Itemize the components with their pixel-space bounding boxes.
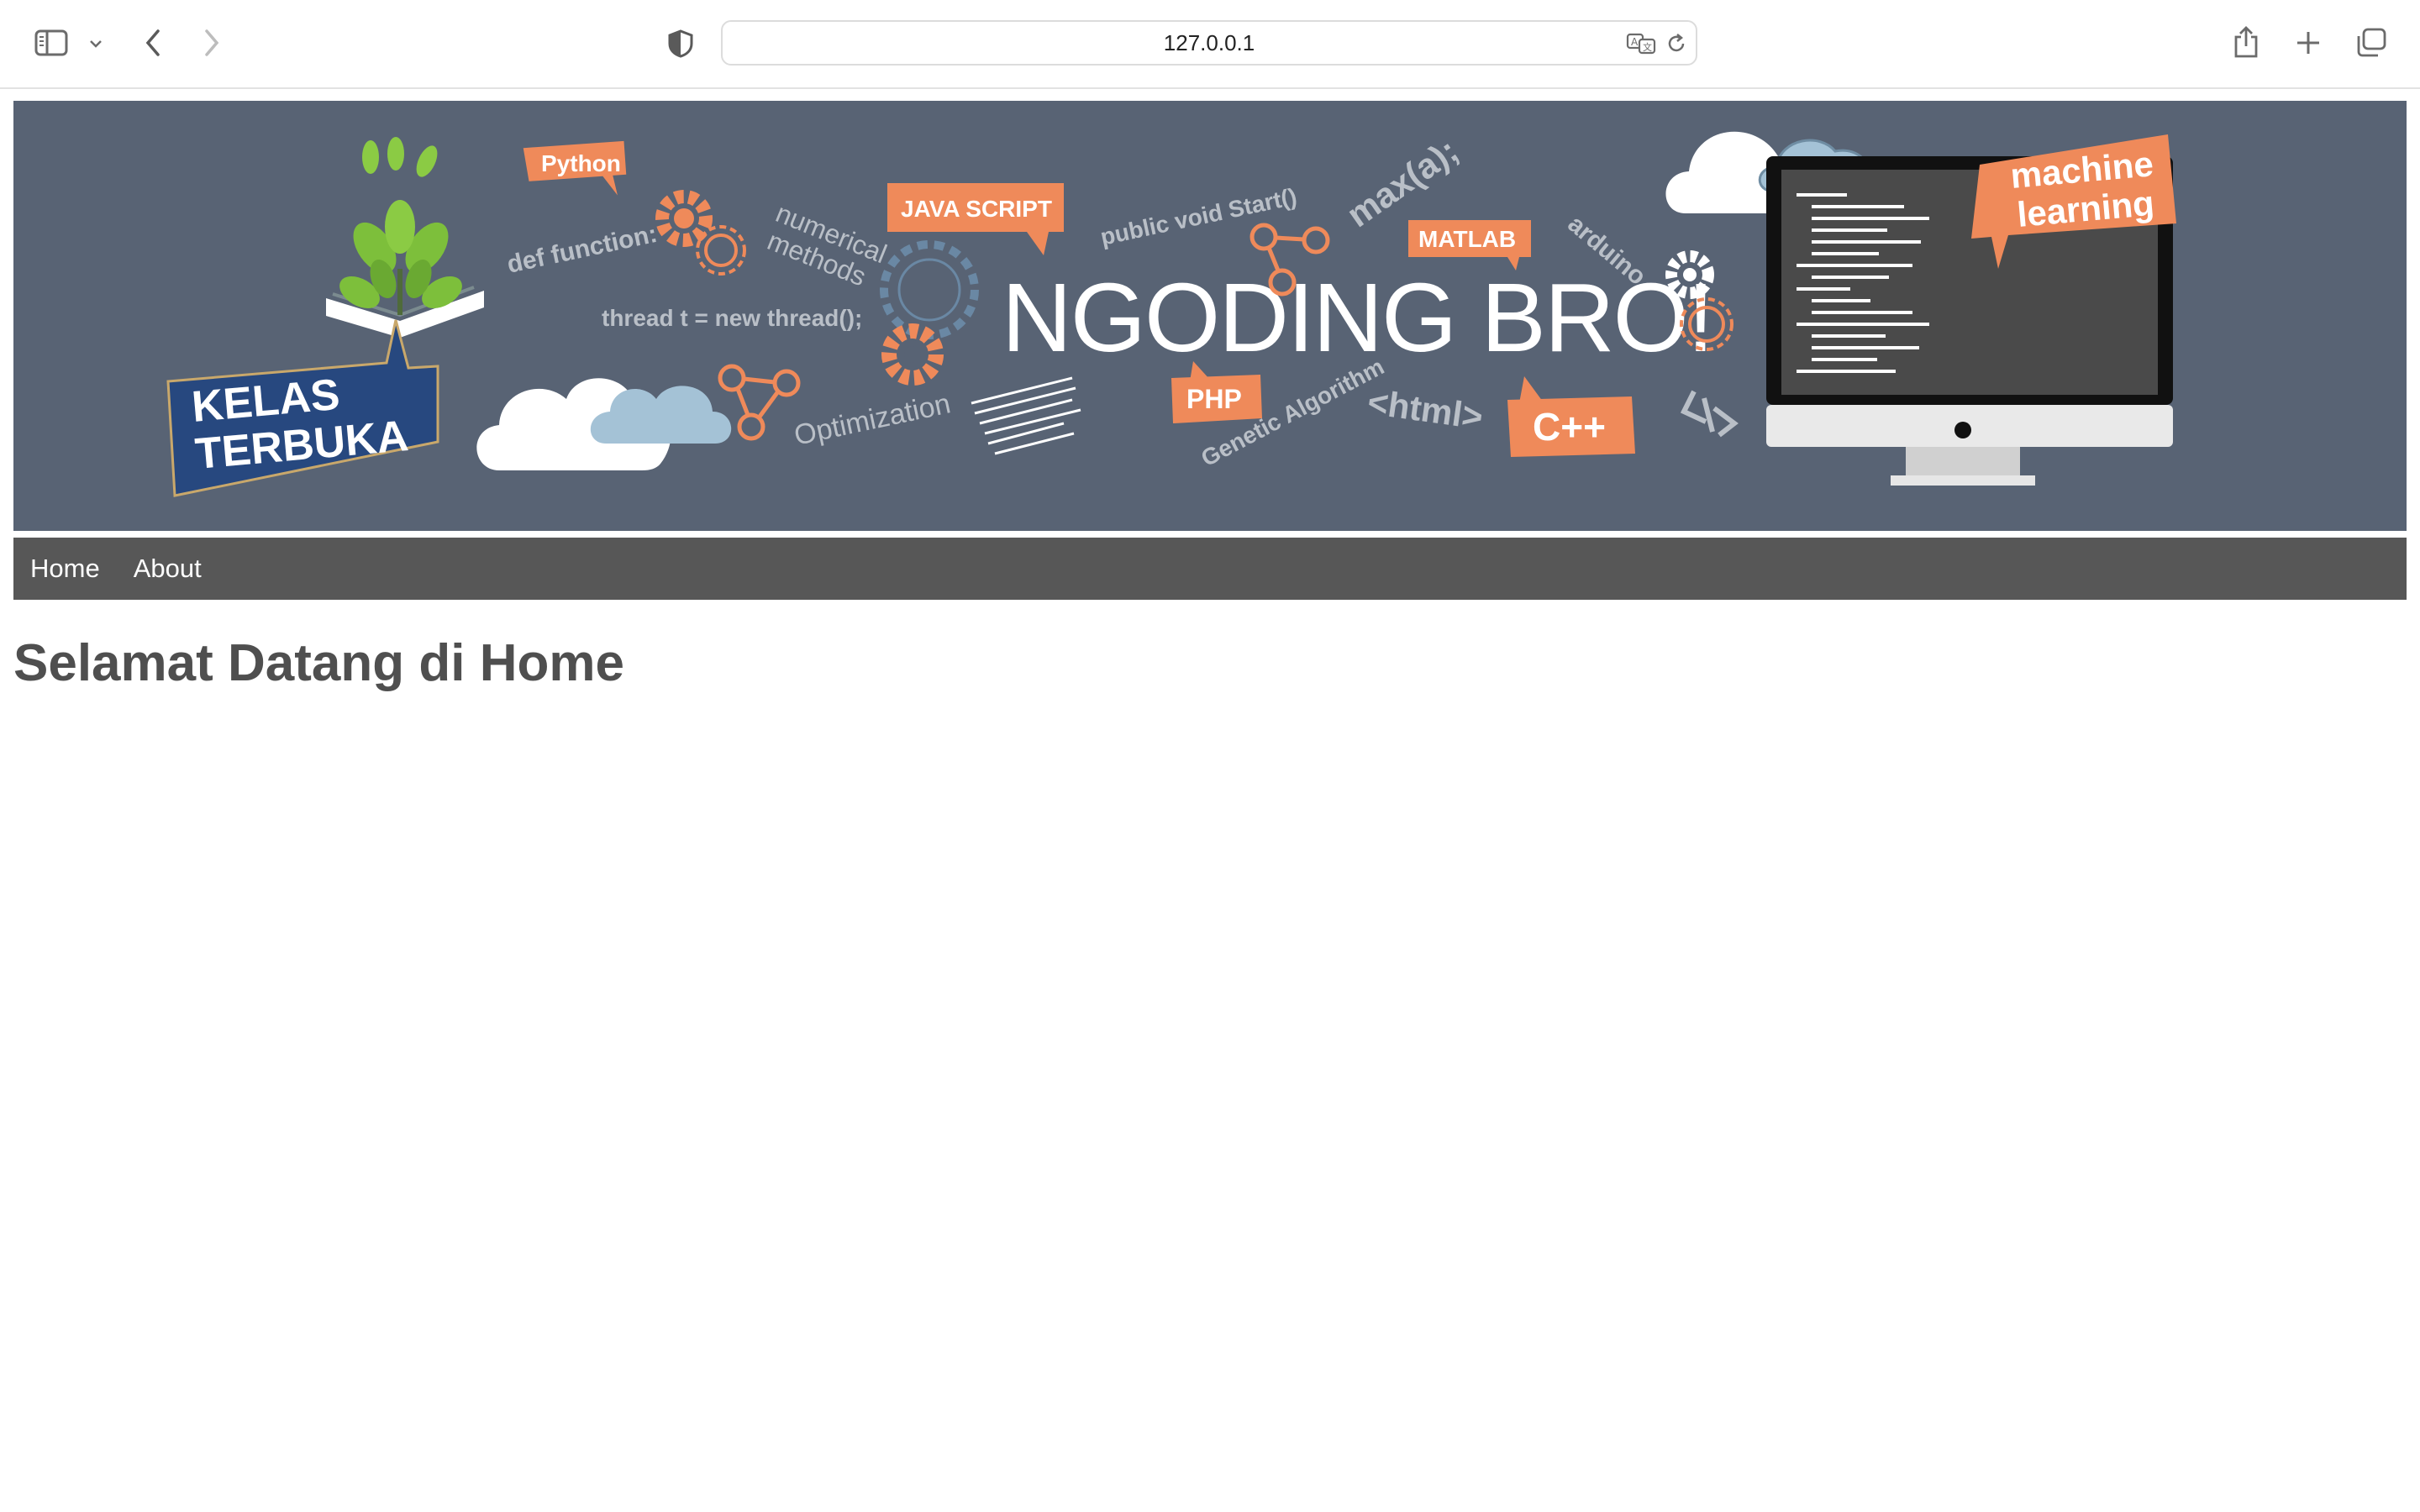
- cpp-tag: C++: [1507, 376, 1635, 457]
- svg-text:文: 文: [1643, 41, 1652, 53]
- gear-icon: [881, 323, 944, 386]
- python-tag: Python: [523, 140, 627, 196]
- nav-about[interactable]: About: [117, 538, 218, 600]
- public-void-text: public void Start(): [1098, 183, 1299, 250]
- chevron-left-icon[interactable]: [136, 25, 170, 60]
- matlab-label: MATLAB: [1418, 226, 1516, 252]
- url-text: 127.0.0.1: [1163, 29, 1255, 55]
- max-text: max(a);: [1339, 130, 1465, 234]
- browser-toolbar: 127.0.0.1 A 文: [0, 0, 2420, 89]
- sidebar-icon[interactable]: [32, 25, 71, 60]
- page-title: Selamat Datang di Home: [13, 634, 624, 692]
- shield-icon[interactable]: [664, 27, 697, 60]
- navbar: Home About: [13, 538, 2407, 600]
- thread-text: thread t = new thread();: [602, 305, 862, 331]
- def-function-text: def function:: [505, 220, 660, 279]
- plus-icon[interactable]: [2291, 25, 2326, 60]
- headline: NGODING BRO!: [1002, 263, 1712, 372]
- node-graph-icon: [718, 364, 801, 441]
- chevron-right-icon[interactable]: [195, 25, 229, 60]
- nav-home[interactable]: Home: [13, 538, 117, 600]
- cpp-label: C++: [1533, 405, 1606, 449]
- gear-icon: [655, 190, 746, 276]
- svg-text:A: A: [1631, 36, 1639, 48]
- reload-icon[interactable]: [1664, 30, 1689, 57]
- header-banner: KELAS TERBUKA Python def function: numer…: [13, 101, 2407, 531]
- share-icon[interactable]: [2228, 22, 2264, 62]
- tab-overview-icon[interactable]: [2353, 25, 2390, 60]
- address-bar[interactable]: 127.0.0.1 A 文: [721, 20, 1697, 66]
- javascript-tag: JAVA SCRIPT: [887, 183, 1064, 255]
- code-lines-decoration: [971, 376, 1081, 455]
- gear-outline-icon: [880, 240, 979, 339]
- page: KELAS TERBUKA Python def function: numer…: [13, 101, 2407, 693]
- chevron-down-icon[interactable]: [84, 32, 108, 55]
- cloud-icon: [476, 378, 732, 470]
- kelas-terbuka-badge: KELAS TERBUKA: [166, 319, 439, 497]
- translate-icon[interactable]: A 文: [1625, 29, 1659, 59]
- php-label: PHP: [1186, 384, 1242, 414]
- code-icon: [1680, 390, 1739, 438]
- html-text: <html>: [1365, 381, 1486, 437]
- javascript-label: JAVA SCRIPT: [901, 196, 1052, 222]
- python-label: Python: [541, 150, 621, 176]
- book-plant-icon: [326, 137, 484, 338]
- optimization-text: Optimization: [792, 387, 954, 451]
